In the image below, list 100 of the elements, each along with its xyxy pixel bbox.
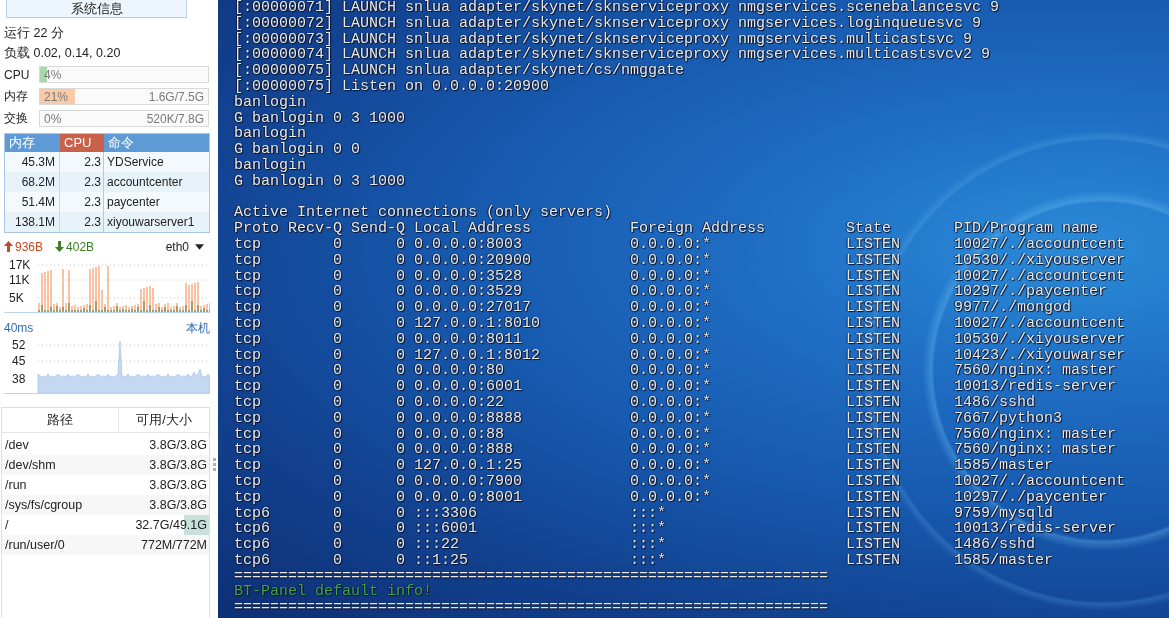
- path-cell-text: /: [4, 517, 9, 534]
- target-link[interactable]: 本机: [186, 320, 210, 336]
- foreign-address-cell: 0.0.0.0:*: [630, 473, 712, 490]
- local-address-cell: :::22: [414, 537, 459, 553]
- usage-label: CPU: [4, 67, 31, 82]
- command-cell: xiyouwarserver1: [104, 212, 209, 232]
- program-cell: 10423/./xiyouwarser: [954, 347, 1126, 364]
- foreign-address-cell: 0.0.0.0:*: [630, 410, 712, 427]
- proto-cell: tcp: [234, 284, 261, 301]
- send-queue-cell: 0: [396, 489, 405, 506]
- usage-label: 内存: [4, 88, 29, 105]
- send-queue-cell: 0: [396, 442, 405, 459]
- terminal-line: G banlogin 0 3 1000: [234, 173, 406, 190]
- recv-queue-cell: 0: [333, 363, 342, 380]
- proto-cell: tcp: [234, 300, 261, 316]
- foreign-address-cell: 0.0.0.0:*: [630, 363, 712, 380]
- proto-cell: tcp: [234, 363, 261, 380]
- foreign-address-cell: 0.0.0.0:*: [630, 347, 712, 364]
- size-cell-text: 772M/772M: [141, 537, 208, 554]
- local-address-cell: 127.0.0.1:8010: [414, 315, 541, 332]
- local-address-cell: 0.0.0.0:20900: [414, 252, 532, 269]
- program-cell: 10530/./xiyouserver: [954, 331, 1126, 348]
- command-cell: YDService: [104, 152, 209, 172]
- send-queue-cell: 0: [396, 473, 405, 490]
- recv-queue-cell: 0: [333, 458, 342, 474]
- interface-dropdown[interactable]: eth0: [165, 239, 204, 254]
- proto-cell: tcp: [234, 394, 261, 411]
- program-cell: 7560/nginx: master: [954, 442, 1117, 459]
- terminal-line: [:00000071] LAUNCH snlua adapter/skynet/sknserviceproxy nmgservices.scenebalancesvc 9: [234, 0, 1000, 16]
- path-cell-text: /sys/fs/cgroup: [4, 497, 83, 514]
- column-header: Local Address: [414, 221, 532, 237]
- axis-label: 38: [12, 372, 26, 386]
- program-cell: 10297/./paycenter: [954, 284, 1108, 301]
- usage-label: 交换: [4, 110, 29, 127]
- path-cell-text: /dev/shm: [4, 457, 56, 474]
- local-address-cell: 0.0.0.0:6001: [414, 379, 523, 395]
- proto-cell: tcp: [234, 315, 261, 332]
- size-cell-text: 3.8G/3.8G: [149, 457, 208, 474]
- proto-cell: tcp: [234, 347, 261, 364]
- program-cell: 10530/./xiyouserver: [954, 252, 1126, 269]
- send-queue-cell: 0: [396, 268, 405, 285]
- recv-queue-cell: 0: [333, 410, 342, 427]
- local-address-cell: 127.0.0.1:25: [414, 458, 523, 474]
- size-cell-text: 32.7G/49.1G: [135, 517, 208, 534]
- send-queue-cell: 0: [396, 300, 405, 316]
- state-cell: LISTEN: [846, 473, 901, 490]
- column-header[interactable]: CPU: [60, 134, 104, 152]
- command-cell: paycenter: [104, 192, 209, 212]
- state-cell: LISTEN: [846, 300, 901, 316]
- column-header: PID/Program name: [954, 221, 1099, 237]
- proto-cell: tcp6: [234, 552, 270, 569]
- state-cell: LISTEN: [846, 268, 901, 285]
- recv-queue-cell: 0: [333, 236, 342, 253]
- local-address-cell: 0.0.0.0:8888: [414, 410, 523, 427]
- local-address-cell: 0.0.0.0:27017: [414, 300, 532, 316]
- program-cell: 7667/python3: [954, 410, 1063, 427]
- grip-icon[interactable]: [212, 458, 216, 471]
- cpu-cell: 2.3: [60, 212, 104, 232]
- proto-cell: tcp: [234, 236, 261, 253]
- uptime-text: 运行 22 分: [4, 25, 65, 41]
- size-cell-text: 3.8G/3.8G: [149, 497, 208, 514]
- foreign-address-cell: :::*: [630, 521, 667, 538]
- program-cell: 10027/./accountcent: [954, 236, 1126, 253]
- upload-rate: 936B: [15, 239, 44, 254]
- local-address-cell: 0.0.0.0:3528: [414, 268, 523, 285]
- system-info-button[interactable]: 系统信息: [6, 0, 187, 18]
- usage-percent: 0%: [44, 111, 62, 126]
- download-arrow-icon: [55, 241, 65, 252]
- proto-cell: tcp: [234, 410, 261, 427]
- state-cell: LISTEN: [846, 521, 901, 538]
- recv-queue-cell: 0: [333, 331, 342, 348]
- terminal-line: G banlogin 0 3 1000: [234, 110, 406, 127]
- recv-queue-cell: 0: [333, 268, 342, 285]
- proto-cell: tcp6: [234, 505, 270, 522]
- column-header[interactable]: 可用/大小: [119, 408, 209, 432]
- program-cell: 10027/./accountcent: [954, 473, 1126, 490]
- recv-queue-cell: 0: [333, 552, 342, 569]
- column-header[interactable]: 路径: [2, 408, 119, 432]
- terminal-line: [:00000075] LAUNCH snlua adapter/skynet/cs/nmggate: [234, 63, 685, 79]
- axis-label: 11K: [9, 273, 30, 287]
- send-queue-cell: 0: [396, 252, 405, 269]
- column-header: Foreign Address: [630, 221, 766, 237]
- foreign-address-cell: 0.0.0.0:*: [630, 426, 712, 443]
- terminal-line: [:00000075] Listen on 0.0.0.0:20900: [234, 79, 550, 95]
- terminal-line: banlogin: [234, 94, 306, 111]
- proto-cell: tcp6: [234, 537, 270, 553]
- program-cell: 10297/./paycenter: [954, 489, 1108, 506]
- caret-icon: [195, 243, 204, 250]
- path-cell-text: /run: [4, 477, 27, 494]
- local-address-cell: 0.0.0.0:8011: [414, 331, 523, 348]
- local-address-cell: 0.0.0.0:888: [414, 442, 514, 459]
- send-queue-cell: 0: [396, 410, 405, 427]
- send-queue-cell: 0: [396, 552, 405, 569]
- state-cell: LISTEN: [846, 363, 901, 380]
- recv-queue-cell: 0: [333, 394, 342, 411]
- recv-queue-cell: 0: [333, 442, 342, 459]
- usage-detail: 1.6G/7.5G: [148, 89, 204, 104]
- memory-cell: 68.2M: [5, 172, 60, 192]
- foreign-address-cell: :::*: [630, 552, 667, 569]
- proto-cell: tcp: [234, 458, 261, 474]
